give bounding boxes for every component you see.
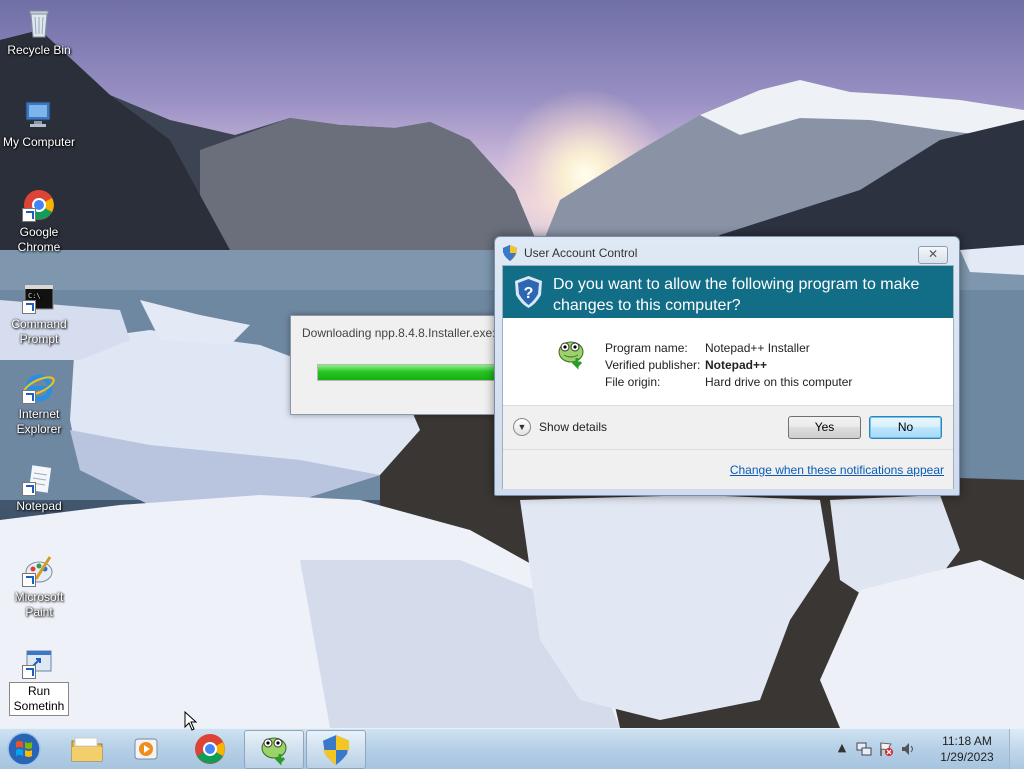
property-key: File origin: <box>605 375 661 389</box>
clock[interactable]: 11:18 AM 1/29/2023 <box>932 733 1002 765</box>
desktop-icon-label: Internet Explorer <box>16 407 62 436</box>
action-center-flag-icon[interactable] <box>878 741 894 757</box>
run-icon <box>22 645 56 679</box>
chrome-icon <box>22 188 56 222</box>
uac-shield-icon <box>503 245 517 261</box>
network-icon[interactable] <box>856 741 872 757</box>
download-progress-window[interactable]: Downloading npp.8.4.8.Installer.exe: <box>290 315 529 415</box>
notepad-plus-plus-icon <box>261 737 287 766</box>
shortcut-arrow-icon <box>22 482 36 496</box>
taskbar-notepad-plus-plus-installer[interactable] <box>244 730 304 769</box>
download-progress-fill <box>318 365 497 380</box>
clock-date: 1/29/2023 <box>940 750 994 764</box>
taskbar-media-player[interactable] <box>118 730 176 767</box>
taskbar: ▲ 11:18 AM 1/29/2023 <box>0 728 1024 769</box>
desktop-icon-recycle-bin[interactable]: Recycle Bin <box>1 6 77 58</box>
desktop-icon-label: Microsoft Paint <box>14 590 64 619</box>
shortcut-arrow-icon <box>22 208 36 222</box>
download-title: Downloading npp.8.4.8.Installer.exe: <box>302 326 496 340</box>
uac-footer: ▼ Show details Yes No Change when these … <box>503 405 953 489</box>
desktop-icon-label: Google Chrome <box>17 225 61 254</box>
desktop-icon-microsoft-paint[interactable]: Microsoft Paint <box>1 553 77 620</box>
show-details-label[interactable]: Show details <box>539 420 607 434</box>
desktop-icon-label: Recycle Bin <box>7 43 71 57</box>
folder-icon <box>71 737 103 761</box>
yes-button[interactable]: Yes <box>788 416 861 439</box>
show-desktop-button[interactable] <box>1009 729 1024 769</box>
computer-icon <box>22 98 56 132</box>
desktop-icon-command-prompt[interactable]: C:\ Command Prompt <box>1 280 77 347</box>
system-tray: ▲ 11:18 AM 1/29/2023 <box>834 729 1024 769</box>
windows-logo-icon <box>7 732 41 766</box>
taskbar-chrome[interactable] <box>181 730 239 767</box>
footer-divider <box>503 449 953 450</box>
property-value: Hard drive on this computer <box>705 375 853 389</box>
show-details-toggle[interactable]: ▼ Show details <box>513 418 607 436</box>
no-button[interactable]: No <box>869 416 942 439</box>
desktop-icon-label: Command Prompt <box>11 317 67 346</box>
desktop-icon-internet-explorer[interactable]: Internet Explorer <box>1 370 77 437</box>
uac-content: ? Do you want to allow the following pro… <box>502 265 954 489</box>
notepad-icon <box>22 462 56 496</box>
uac-banner: ? Do you want to allow the following pro… <box>503 266 953 318</box>
start-button[interactable] <box>4 731 44 767</box>
mouse-cursor-icon <box>184 711 198 731</box>
paint-icon <box>22 553 56 587</box>
show-hidden-icons-chevron-icon[interactable]: ▲ <box>834 741 850 757</box>
shortcut-arrow-icon <box>22 300 36 314</box>
clock-time: 11:18 AM <box>942 734 992 748</box>
desktop-icon-label: Run Sometinh <box>9 682 69 716</box>
volume-icon[interactable] <box>900 741 916 757</box>
recycle-bin-icon <box>22 6 56 40</box>
internet-explorer-icon <box>22 370 56 404</box>
svg-text:C:\: C:\ <box>28 292 41 300</box>
notepad-plus-plus-icon <box>558 341 584 370</box>
desktop-icon-my-computer[interactable]: My Computer <box>1 98 77 150</box>
taskbar-user-account-control[interactable] <box>306 730 366 769</box>
desktop-icon-label: My Computer <box>2 135 76 149</box>
uac-property-row: Program name: Notepad++ Installer <box>605 340 852 357</box>
uac-shield-large-icon: ? <box>515 276 542 308</box>
desktop-icon-notepad[interactable]: Notepad <box>1 462 77 514</box>
chrome-icon <box>195 733 225 764</box>
property-key: Verified publisher: <box>605 358 701 372</box>
uac-program-properties: Program name: Notepad++ Installer Verifi… <box>605 340 852 391</box>
taskbar-file-explorer[interactable] <box>58 730 116 767</box>
uac-titlebar: User Account Control <box>503 245 943 263</box>
svg-text:?: ? <box>524 285 534 302</box>
desktop-icon-label: Notepad <box>16 499 62 513</box>
command-prompt-icon: C:\ <box>22 280 56 314</box>
notification-settings-link[interactable]: Change when these notifications appear <box>730 463 944 477</box>
media-player-icon <box>134 738 158 759</box>
shortcut-arrow-icon <box>22 390 36 404</box>
uac-property-row: File origin: Hard drive on this computer <box>605 374 852 391</box>
desktop-icon-google-chrome[interactable]: Google Chrome <box>1 188 77 255</box>
uac-shield-icon <box>323 734 349 765</box>
uac-close-button[interactable]: ✕ <box>918 246 948 264</box>
property-value: Notepad++ Installer <box>705 341 810 355</box>
uac-title: User Account Control <box>524 246 638 260</box>
chevron-down-icon[interactable]: ▼ <box>513 418 531 436</box>
shortcut-arrow-icon <box>22 573 36 587</box>
uac-question: Do you want to allow the following progr… <box>553 276 920 314</box>
uac-dialog[interactable]: User Account Control ✕ ? Do you want to … <box>494 236 960 496</box>
shortcut-arrow-icon <box>22 665 36 679</box>
desktop-icon-run-sometinh[interactable]: Run Sometinh <box>1 645 77 716</box>
property-value: Notepad++ <box>705 358 768 372</box>
uac-property-row: Verified publisher: Notepad++ <box>605 357 852 374</box>
property-key: Program name: <box>605 341 688 355</box>
